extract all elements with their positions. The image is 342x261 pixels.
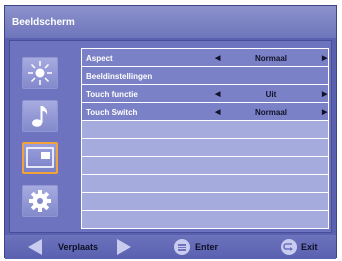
menu-row-touch-switch[interactable]: Touch Switch ◀ Normaal ▶ xyxy=(82,103,328,121)
brightness-icon xyxy=(28,61,52,85)
menu-body: Aspect ◀ Normaal ▶ Beeldinstellingen Tou… xyxy=(9,40,332,233)
music-note-icon xyxy=(32,106,48,127)
arrow-left-icon[interactable]: ◀ xyxy=(215,90,220,98)
row-label: Touch functie xyxy=(86,90,138,99)
menu-row-empty xyxy=(82,193,328,211)
menu-row-empty xyxy=(82,175,328,193)
menu-row-empty xyxy=(82,211,328,229)
arrow-left-icon[interactable]: ◀ xyxy=(215,54,220,62)
menu-row-image-settings[interactable]: Beeldinstellingen xyxy=(82,67,328,85)
row-label: Aspect xyxy=(86,54,113,63)
menu-row-touch-function[interactable]: Touch functie ◀ Uit ▶ xyxy=(82,85,328,103)
arrow-right-icon[interactable]: ▶ xyxy=(322,54,327,62)
menu-title: Beeldscherm xyxy=(5,6,336,38)
row-value: Normaal xyxy=(254,108,287,117)
exit-hint: Exit xyxy=(301,242,318,252)
sidebar-item-brightness[interactable] xyxy=(22,57,58,89)
row-label: Beeldinstellingen xyxy=(86,72,153,81)
enter-hint: Enter xyxy=(195,242,219,252)
sidebar-item-audio[interactable] xyxy=(22,100,58,132)
enter-icon[interactable] xyxy=(174,239,190,255)
display-icon xyxy=(26,147,54,168)
arrow-right-icon[interactable]: ▶ xyxy=(322,90,327,98)
osd-menu-window: Beeldscherm Aspect ◀ Normaal ▶ Beeldinst… xyxy=(4,5,337,259)
footer-hint-bar: Verplaats Enter Exit xyxy=(5,235,336,259)
exit-icon[interactable] xyxy=(281,239,297,255)
menu-row-empty xyxy=(82,157,328,175)
sidebar-item-settings[interactable] xyxy=(22,185,58,217)
move-hint: Verplaats xyxy=(58,242,99,252)
menu-row-aspect[interactable]: Aspect ◀ Normaal ▶ xyxy=(82,49,328,67)
gear-icon xyxy=(29,190,51,212)
arrow-right-icon[interactable]: ▶ xyxy=(322,108,327,116)
row-label: Touch Switch xyxy=(86,108,138,117)
sidebar-item-display[interactable] xyxy=(22,142,58,174)
arrow-right-icon[interactable] xyxy=(117,239,131,255)
row-value: Normaal xyxy=(254,54,287,63)
menu-row-empty xyxy=(82,139,328,157)
arrow-left-icon[interactable]: ◀ xyxy=(215,108,220,116)
settings-list: Aspect ◀ Normaal ▶ Beeldinstellingen Tou… xyxy=(81,48,329,229)
arrow-left-icon[interactable] xyxy=(28,239,42,255)
menu-row-empty xyxy=(82,121,328,139)
row-value: Uit xyxy=(265,90,277,99)
